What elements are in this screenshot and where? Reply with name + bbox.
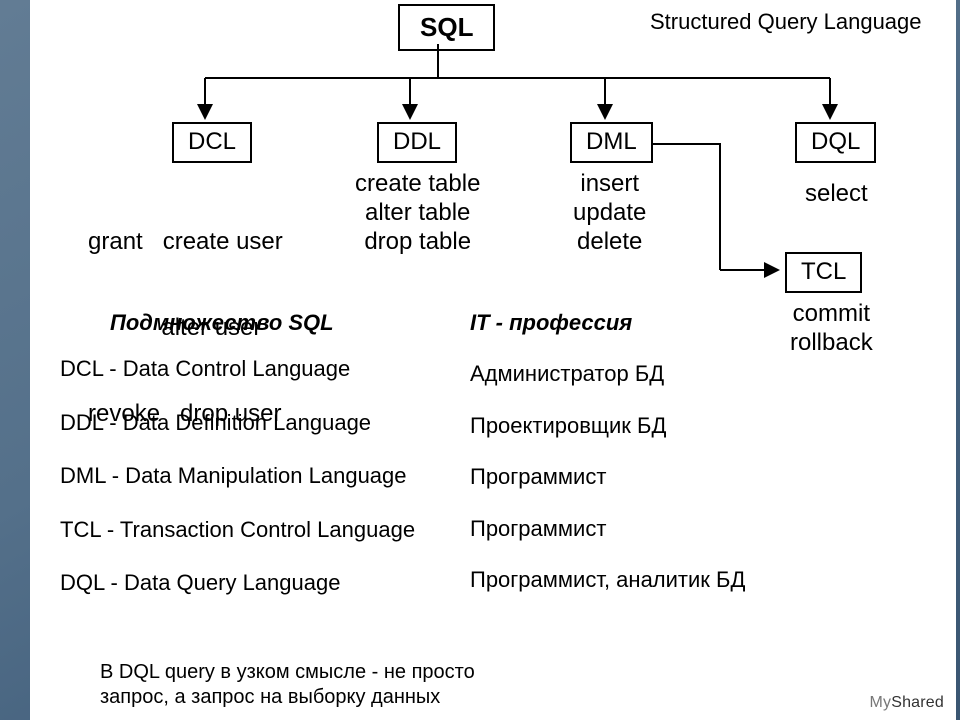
footnote-2: запрос, а запрос на выборку данных xyxy=(100,685,475,710)
job-3: Программист xyxy=(470,463,745,491)
wm-bold: Shared xyxy=(891,694,944,711)
job-5: Программист, аналитик БД xyxy=(470,566,745,594)
subset-5: DQL - Data Query Language xyxy=(60,569,415,597)
footnote: В DQL query в узком смысле - не просто з… xyxy=(100,660,475,710)
dql-cmds: select xyxy=(805,180,868,209)
dcl-line1: grant create user xyxy=(88,228,283,257)
node-dql: DQL xyxy=(795,122,876,163)
subset-1: DCL - Data Control Language xyxy=(60,355,415,383)
job-4: Программист xyxy=(470,515,745,543)
job-1: Администратор БД xyxy=(470,360,745,388)
ddl-line3: drop table xyxy=(355,228,480,257)
ddl-line2: alter table xyxy=(355,199,480,228)
jobs-list: Администратор БД Проектировщик БД Програ… xyxy=(470,360,745,594)
node-dml: DML xyxy=(570,122,653,163)
dml-cmds: insert update delete xyxy=(573,170,646,256)
job-2: Проектировщик БД xyxy=(470,412,745,440)
node-tcl-label: TCL xyxy=(801,258,846,285)
node-ddl-label: DDL xyxy=(393,128,441,155)
subset-2: DDL - Data Definition Language xyxy=(60,409,415,437)
dml-line2: update xyxy=(573,199,646,228)
ddl-line1: create table xyxy=(355,170,480,199)
tcl-line1: commit xyxy=(790,300,873,329)
ddl-cmds: create table alter table drop table xyxy=(355,170,480,256)
wm-pre: My xyxy=(869,694,891,711)
jobs-header: IT - профессия xyxy=(470,310,632,336)
dml-line3: delete xyxy=(573,228,646,257)
tcl-line2: rollback xyxy=(790,329,873,358)
subset-header: Подмножество SQL xyxy=(110,310,334,336)
node-dcl-label: DCL xyxy=(188,128,236,155)
dml-line1: insert xyxy=(573,170,646,199)
subset-3: DML - Data Manipulation Language xyxy=(60,462,415,490)
watermark: MyShared xyxy=(869,694,944,712)
diagram-slide: SQL Structured Query Language DCL DDL DM… xyxy=(30,0,956,720)
subset-list: DCL - Data Control Language DDL - Data D… xyxy=(60,355,415,597)
subset-4: TCL - Transaction Control Language xyxy=(60,516,415,544)
tcl-cmds: commit rollback xyxy=(790,300,873,358)
node-dql-label: DQL xyxy=(811,128,860,155)
footnote-1: В DQL query в узком смысле - не просто xyxy=(100,660,475,685)
dql-line1: select xyxy=(805,180,868,209)
node-ddl: DDL xyxy=(377,122,457,163)
subtitle: Structured Query Language xyxy=(650,8,922,36)
node-sql-label: SQL xyxy=(420,12,473,42)
node-tcl: TCL xyxy=(785,252,862,293)
node-dcl: DCL xyxy=(172,122,252,163)
node-sql: SQL xyxy=(398,4,495,51)
node-dml-label: DML xyxy=(586,128,637,155)
